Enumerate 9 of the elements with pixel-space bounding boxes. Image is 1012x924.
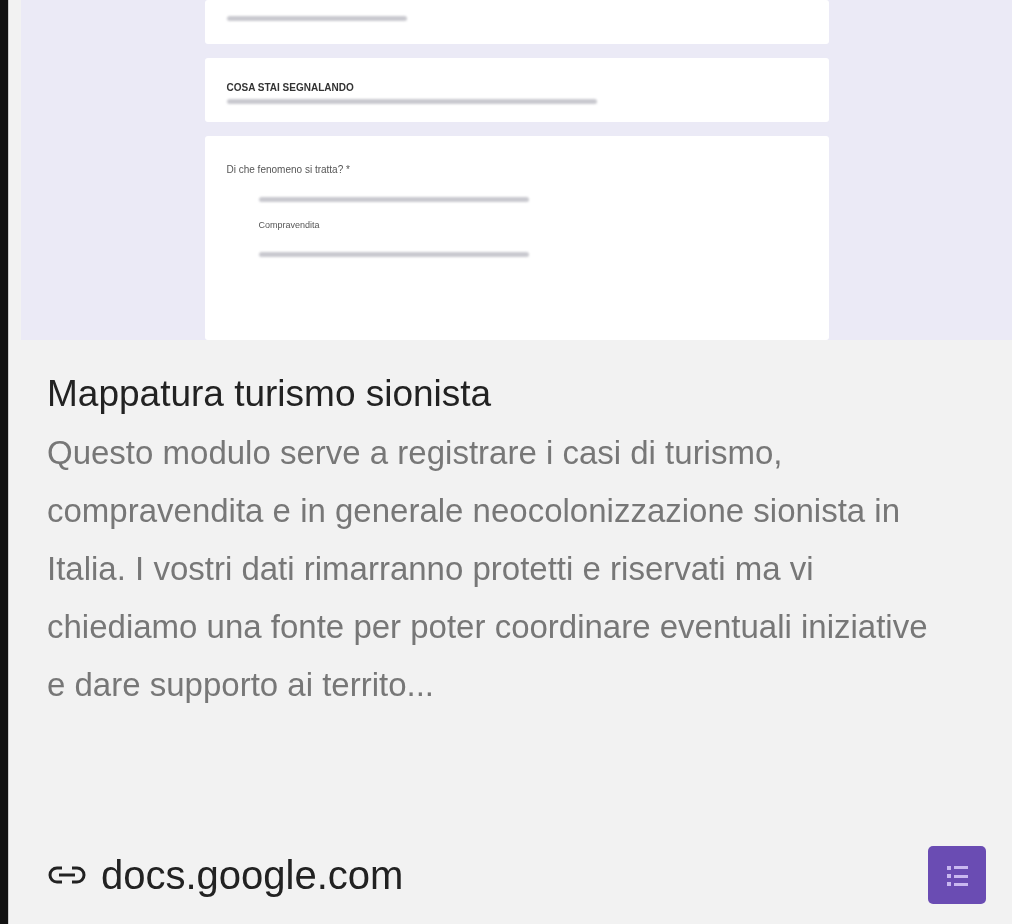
card-description: Questo modulo serve a registrare i casi di turismo, compravendita e in generale neocolonizzazione sionista in Italia. I vostri dati rimarranno protetti e riservati ma vi chiediamo una fonte per poter coordinare eventuali iniziative e dare supporto ai territo... (47, 433, 929, 705)
forms-icon (928, 846, 986, 904)
link-icon (47, 865, 87, 885)
question-text: Di che fenomeno si tratta? * (226, 164, 351, 175)
link-preview-card[interactable] (8, 0, 1012, 924)
domain-text: docs.google.com (101, 852, 405, 898)
section-title: COSA STAI SEGNALANDO (226, 82, 355, 93)
card-title: Mappatura turismo sionista (47, 372, 493, 416)
option-label: Compravendita (258, 220, 321, 230)
